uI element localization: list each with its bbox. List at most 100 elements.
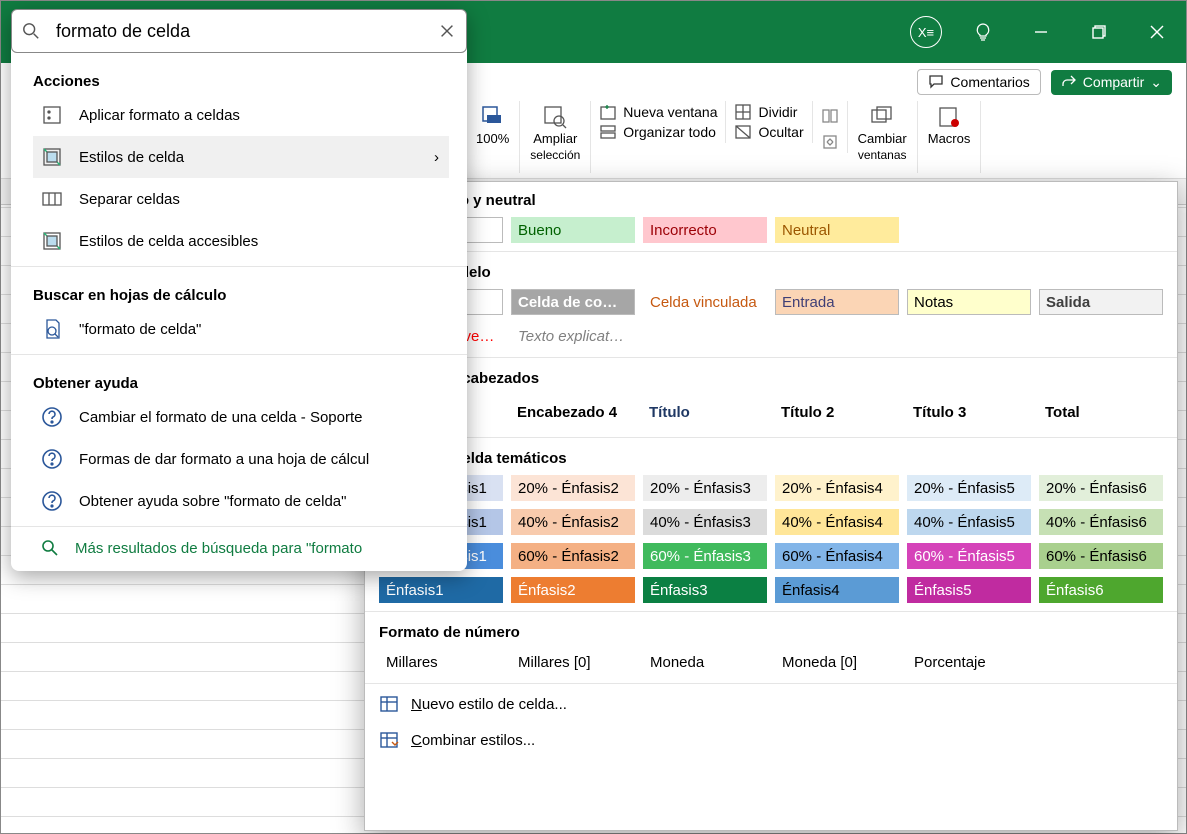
gallery-heading-headings: Títulos y encabezados <box>365 360 1177 393</box>
arrange-all-button[interactable]: Organizar todo <box>599 123 717 141</box>
style-swatch[interactable]: Título 3 <box>907 395 1031 429</box>
split-icon <box>734 103 752 121</box>
style-swatch[interactable]: Neutral <box>775 217 899 243</box>
sync-scroll-icon[interactable] <box>821 133 839 151</box>
search-section-actions: Acciones <box>33 63 449 94</box>
cell-styles-gallery: Bueno, malo y neutral NormalBuenoIncorre… <box>364 181 1178 831</box>
style-swatch[interactable]: Texto explicat… <box>511 323 635 349</box>
macros-button[interactable]: Macros <box>928 105 971 146</box>
style-swatch[interactable]: 20% - Énfasis3 <box>643 475 767 501</box>
style-swatch[interactable]: 60% - Énfasis5 <box>907 543 1031 569</box>
style-swatch[interactable]: Énfasis6 <box>1039 577 1163 603</box>
search-icon <box>41 539 59 557</box>
style-swatch[interactable]: 40% - Énfasis5 <box>907 509 1031 535</box>
chevron-right-icon: › <box>434 149 439 166</box>
style-swatch[interactable]: 20% - Énfasis2 <box>511 475 635 501</box>
help-item[interactable]: Cambiar el formato de una celda - Soport… <box>33 396 449 438</box>
gallery-heading-number: Formato de número <box>365 614 1177 647</box>
help-icon <box>41 490 63 512</box>
minimize-button[interactable] <box>1012 12 1070 52</box>
search-section-in-sheets: Buscar en hojas de cálculo <box>33 277 449 308</box>
help-bulb-icon[interactable] <box>954 12 1012 52</box>
action-icon <box>41 104 63 126</box>
style-swatch[interactable]: Porcentaje <box>907 649 1031 675</box>
new-cell-style-button[interactable]: Nuevo estilo de celda... <box>365 686 1177 722</box>
style-swatch[interactable]: Bueno <box>511 217 635 243</box>
search-action-item[interactable]: Estilos de celda accesibles <box>33 220 449 262</box>
hide-button[interactable]: Ocultar <box>734 123 803 141</box>
restore-button[interactable] <box>1070 12 1128 52</box>
style-swatch[interactable]: Incorrecto <box>643 217 767 243</box>
style-swatch[interactable]: Total <box>1039 395 1163 429</box>
merge-styles-button[interactable]: Combinar estilos... <box>365 722 1177 758</box>
style-swatch[interactable]: Celda de co… <box>511 289 635 315</box>
zoom-selection-button[interactable]: Ampliar selección <box>530 105 580 162</box>
help-icon <box>41 406 63 428</box>
style-swatch[interactable]: 20% - Énfasis5 <box>907 475 1031 501</box>
style-swatch[interactable]: Millares [0] <box>511 649 635 675</box>
merge-icon <box>379 730 399 750</box>
style-swatch[interactable]: Énfasis4 <box>775 577 899 603</box>
new-window-button[interactable]: Nueva ventana <box>599 103 717 121</box>
search-action-item[interactable]: Aplicar formato a celdas <box>33 94 449 136</box>
help-item[interactable]: Formas de dar formato a una hoja de cálc… <box>33 438 449 480</box>
help-item[interactable]: Obtener ayuda sobre "formato de celda" <box>33 480 449 522</box>
style-swatch[interactable]: Título 2 <box>775 395 899 429</box>
action-icon <box>41 146 63 168</box>
search-section-help: Obtener ayuda <box>33 365 449 396</box>
style-swatch[interactable]: Énfasis1 <box>379 577 503 603</box>
view-side-icon[interactable] <box>821 107 839 125</box>
style-swatch[interactable]: 40% - Énfasis4 <box>775 509 899 535</box>
style-swatch[interactable]: Millares <box>379 649 503 675</box>
gallery-heading-datamodel: Datos y modelo <box>365 254 1177 287</box>
document-search-icon <box>41 318 63 340</box>
style-swatch[interactable]: 40% - Énfasis6 <box>1039 509 1163 535</box>
zoom-icon: 100 <box>481 105 505 129</box>
style-swatch[interactable]: Moneda <box>643 649 767 675</box>
table-icon <box>379 694 399 714</box>
close-button[interactable] <box>1128 12 1186 52</box>
macros-icon <box>937 105 961 129</box>
hide-icon <box>734 123 752 141</box>
share-button[interactable]: Compartir ⌄ <box>1051 70 1172 95</box>
chevron-down-icon: ⌄ <box>1150 74 1162 91</box>
action-icon <box>41 188 63 210</box>
style-swatch[interactable]: Título <box>643 395 767 429</box>
user-badge[interactable]: X≡ <box>910 16 942 48</box>
search-action-item[interactable]: Estilos de celda› <box>33 136 449 178</box>
comments-button[interactable]: Comentarios <box>917 69 1040 95</box>
switch-windows-button[interactable]: Cambiar ventanas <box>858 105 907 162</box>
split-button[interactable]: Dividir <box>734 103 803 121</box>
style-swatch[interactable]: Énfasis2 <box>511 577 635 603</box>
arrange-icon <box>599 123 617 141</box>
style-swatch[interactable]: 60% - Énfasis4 <box>775 543 899 569</box>
style-swatch[interactable]: 20% - Énfasis4 <box>775 475 899 501</box>
style-swatch[interactable]: Entrada <box>775 289 899 315</box>
style-swatch[interactable]: 20% - Énfasis6 <box>1039 475 1163 501</box>
switch-windows-icon <box>870 105 894 129</box>
style-swatch[interactable]: Énfasis3 <box>643 577 767 603</box>
style-swatch[interactable]: 60% - Énfasis3 <box>643 543 767 569</box>
search-icon <box>22 22 40 40</box>
zoom-100-button[interactable]: 100 100% <box>476 105 509 146</box>
style-swatch[interactable]: Énfasis5 <box>907 577 1031 603</box>
style-swatch[interactable]: 40% - Énfasis3 <box>643 509 767 535</box>
gallery-heading-goodbad: Bueno, malo y neutral <box>365 182 1177 215</box>
style-swatch[interactable]: Moneda [0] <box>775 649 899 675</box>
search-in-item[interactable]: "formato de celda" <box>33 308 449 350</box>
style-swatch[interactable]: Encabezado 4 <box>511 395 635 429</box>
style-swatch[interactable]: Salida <box>1039 289 1163 315</box>
style-swatch[interactable]: Celda vinculada <box>643 289 767 315</box>
search-action-item[interactable]: Separar celdas <box>33 178 449 220</box>
tell-me-search-panel: Acciones Aplicar formato a celdasEstilos… <box>11 9 467 571</box>
help-icon <box>41 448 63 470</box>
search-input[interactable] <box>52 17 438 46</box>
more-results-link[interactable]: Más resultados de búsqueda para "formato <box>11 527 467 571</box>
style-swatch[interactable]: 40% - Énfasis2 <box>511 509 635 535</box>
gallery-heading-thematic: Estilos de celda temáticos <box>365 440 1177 473</box>
style-swatch[interactable]: Notas <box>907 289 1031 315</box>
style-swatch[interactable]: 60% - Énfasis6 <box>1039 543 1163 569</box>
style-swatch[interactable]: 60% - Énfasis2 <box>511 543 635 569</box>
search-box[interactable] <box>11 9 467 53</box>
clear-search-icon[interactable] <box>438 22 456 40</box>
